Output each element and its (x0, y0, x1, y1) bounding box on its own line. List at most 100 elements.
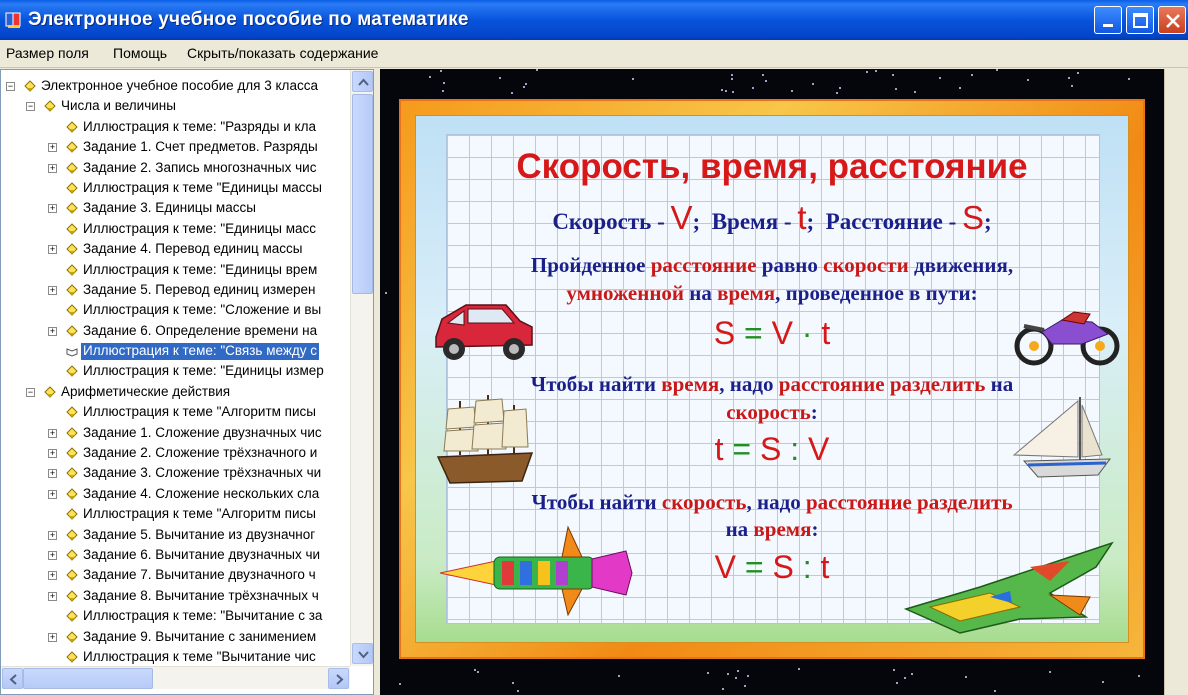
scroll-right-button[interactable] (328, 668, 349, 689)
scroll-down-button[interactable] (352, 643, 373, 664)
tree-item[interactable]: + Задание 2. Запись многозначных чис (1, 158, 351, 178)
tree-item[interactable]: + Задание 6. Определение времени на (1, 321, 351, 341)
star-decoration (1027, 79, 1029, 81)
rule-keyword: скорости (823, 253, 909, 277)
star-decoration (994, 690, 996, 692)
folder-diamond-icon (66, 202, 78, 215)
tree-item[interactable]: + Задание 3. Сложение трёхзначных чи (1, 463, 351, 483)
tree-item[interactable]: + Задание 3. Единицы массы (1, 198, 351, 218)
folder-diamond-icon (66, 141, 78, 153)
star-decoration (511, 92, 513, 94)
tree-item[interactable]: + Задание 1. Сложение двузначных чис (1, 423, 351, 443)
maximize-button[interactable] (1126, 6, 1154, 34)
scroll-up-button[interactable] (352, 71, 373, 92)
close-button[interactable] (1158, 6, 1186, 34)
folder-diamond-icon (66, 304, 78, 317)
tree-item[interactable]: + Задание 1. Счет предметов. Разряды (1, 137, 351, 157)
tree-item[interactable]: Иллюстрация к теме: "Единицы измер (1, 361, 351, 381)
tree-item-label: Задание 6. Вычитание двузначных чи (83, 546, 321, 562)
menu-toggle-contents[interactable]: Скрыть/показать содержание (187, 45, 378, 61)
tree-item[interactable]: Иллюстрация к теме: "Связь между с (1, 341, 351, 361)
folder-diamond-icon (66, 467, 78, 480)
expand-icon[interactable]: + (48, 428, 57, 438)
collapse-icon[interactable]: − (6, 82, 15, 91)
tree-item[interactable]: Иллюстрация к теме: "Единицы врем (1, 260, 351, 280)
rule-text: на (684, 281, 718, 305)
tree-item[interactable]: + Задание 7. Вычитание двузначного ч (1, 565, 351, 585)
star-decoration (1077, 72, 1079, 74)
expand-icon[interactable]: + (48, 632, 57, 642)
spaceship-illustration (903, 541, 1114, 634)
rule-text: Чтобы найти (530, 372, 662, 396)
minimize-icon (1103, 24, 1113, 27)
collapse-icon[interactable]: − (26, 102, 35, 112)
star-decoration (523, 86, 525, 88)
expand-icon[interactable]: + (48, 326, 57, 336)
star-decoration (752, 87, 754, 89)
tree-item[interactable]: + Задание 8. Вычитание трёхзначных ч (1, 586, 351, 606)
folder-diamond-icon (66, 182, 78, 194)
tree-item[interactable]: Иллюстрация к теме: "Единицы масс (1, 219, 351, 239)
tree-item[interactable]: Иллюстрация к теме "Алгоритм писы (1, 504, 351, 524)
tree-item[interactable]: Иллюстрация к теме "Единицы массы (1, 178, 351, 198)
folder-diamond-icon (66, 549, 78, 561)
tree-item[interactable]: + Задание 5. Перевод единиц измерен (1, 280, 351, 300)
rule-keyword: скорость (661, 490, 747, 514)
tree-item-label: Задание 9. Вычитание с занимением (83, 628, 317, 644)
expand-icon[interactable]: + (48, 143, 57, 153)
star-decoration (798, 668, 800, 670)
horizontal-scrollbar[interactable] (1, 666, 350, 689)
expand-icon[interactable]: + (48, 489, 57, 499)
tree-item[interactable]: Иллюстрация к теме: "Разряды и кла (1, 117, 351, 137)
menu-field-size[interactable]: Размер поля (6, 45, 89, 61)
star-decoration (1068, 77, 1070, 79)
tree-item[interactable]: Иллюстрация к теме: "Сложение и вы (1, 300, 351, 320)
tree-item-label: Иллюстрация к теме: "Связь между с (81, 343, 319, 361)
expand-icon[interactable]: + (48, 591, 57, 601)
expand-icon[interactable]: + (48, 285, 57, 295)
star-decoration (866, 71, 868, 73)
expand-icon[interactable]: + (48, 204, 57, 214)
tree-item[interactable]: + Задание 9. Вычитание с занимением (1, 627, 351, 647)
menu-bar: Размер поля Помощь Скрыть/показать содер… (0, 40, 1188, 68)
star-decoration (632, 78, 634, 80)
horizontal-scroll-thumb[interactable] (23, 668, 153, 689)
scroll-left-button[interactable] (2, 668, 23, 689)
folder-diamond-icon (44, 100, 56, 113)
expand-icon[interactable]: + (48, 530, 57, 540)
tree-folder[interactable]: − Числа и величины (1, 96, 351, 116)
book-app-icon[interactable] (4, 10, 24, 30)
tree-item[interactable]: + Задание 5. Вычитание из двузначног (1, 525, 351, 545)
star-decoration (765, 80, 767, 82)
tree-item[interactable]: + Задание 4. Перевод единиц массы (1, 239, 351, 259)
folder-diamond-icon (66, 528, 78, 541)
vertical-scroll-thumb[interactable] (352, 94, 373, 294)
tree-item[interactable]: Иллюстрация к теме: "Вычитание с за (1, 606, 351, 626)
star-decoration (1128, 78, 1130, 80)
star-decoration (721, 89, 723, 91)
tree-item[interactable]: + Задание 2. Сложение трёхзначного и (1, 443, 351, 463)
tree-folder[interactable]: − Арифметические действия (1, 382, 351, 402)
expand-icon[interactable]: + (48, 550, 57, 560)
tree-item[interactable]: + Задание 6. Вычитание двузначных чи (1, 545, 351, 565)
menu-help[interactable]: Помощь (113, 45, 167, 61)
minimize-button[interactable] (1094, 6, 1122, 34)
expand-icon[interactable]: + (48, 571, 57, 581)
formula-term: t (821, 315, 831, 351)
open-book-icon (66, 348, 78, 357)
vertical-scrollbar[interactable] (350, 70, 373, 666)
arrow-down-icon (358, 651, 369, 659)
tree-item-label: Иллюстрация к теме: "Единицы врем (83, 261, 318, 277)
tree-folder[interactable]: − Электронное учебное пособие для 3 класс… (1, 76, 351, 96)
tree-item[interactable]: Иллюстрация к теме "Вычитание чис (1, 647, 351, 667)
expand-icon[interactable]: + (48, 449, 57, 459)
collapse-icon[interactable]: − (26, 387, 35, 397)
formula-term: S (760, 431, 782, 467)
expand-icon[interactable]: + (48, 245, 57, 255)
expand-icon[interactable]: + (48, 469, 57, 479)
star-decoration (812, 83, 814, 85)
expand-icon[interactable]: + (48, 163, 57, 173)
star-decoration (477, 671, 479, 673)
tree-item[interactable]: Иллюстрация к теме "Алгоритм писы (1, 402, 351, 422)
tree-item[interactable]: + Задание 4. Сложение нескольких сла (1, 484, 351, 504)
